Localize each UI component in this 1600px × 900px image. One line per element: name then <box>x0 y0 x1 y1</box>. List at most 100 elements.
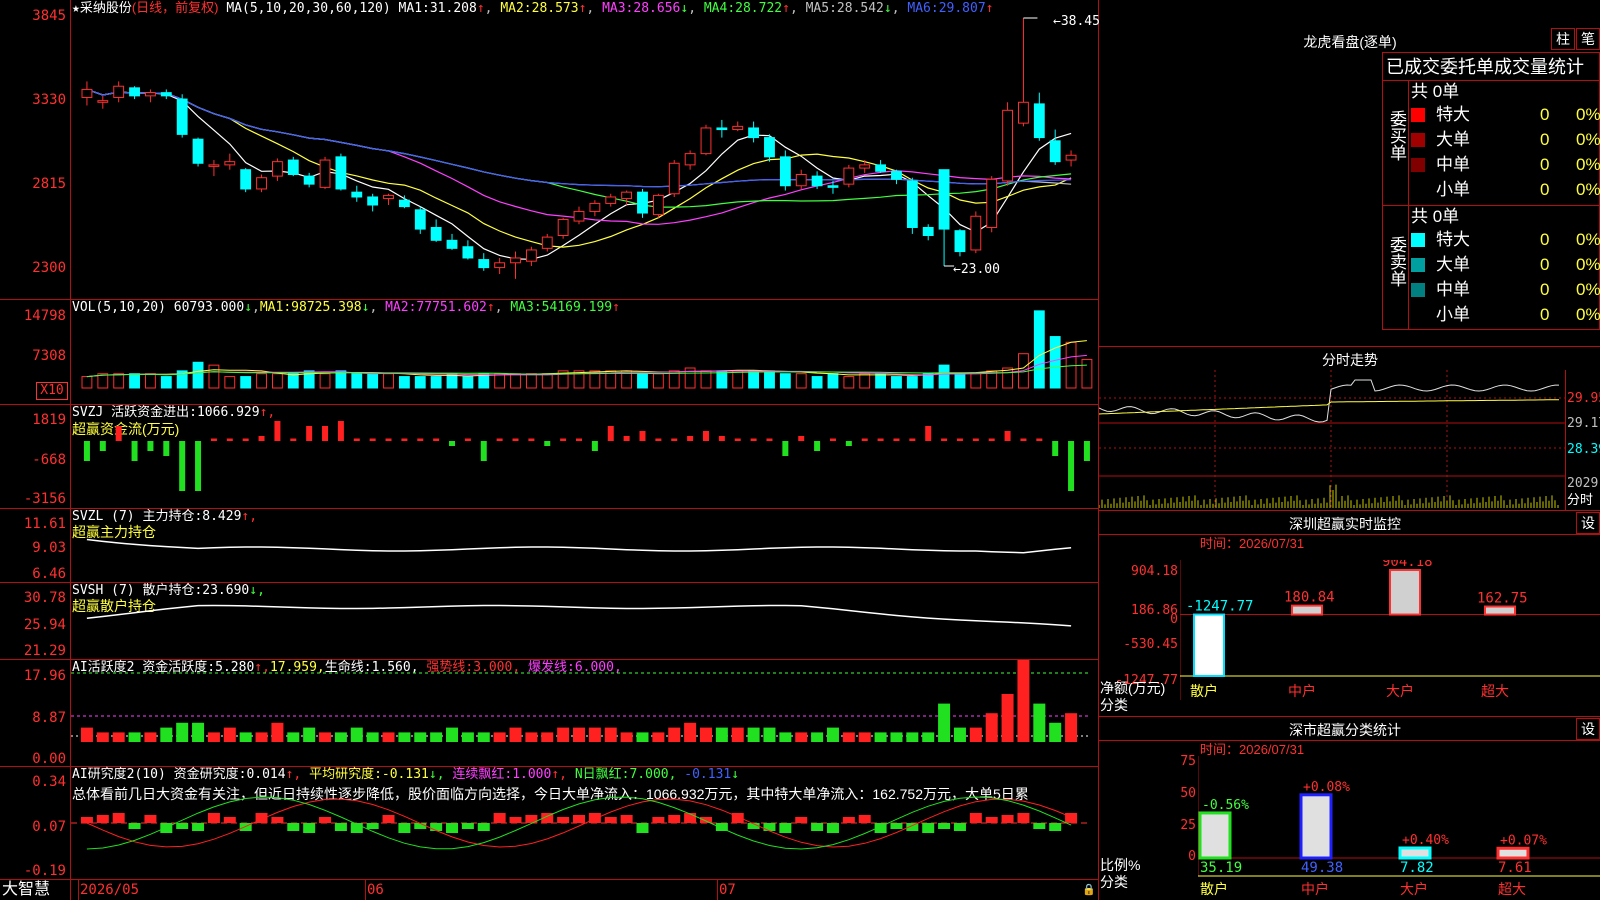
ai-research-chart[interactable] <box>71 767 1098 879</box>
candle-body <box>224 161 236 166</box>
dragon-pct: 0% <box>1576 105 1600 124</box>
activity-bar <box>461 732 474 742</box>
dragon-pct: 0% <box>1576 155 1600 174</box>
volume-bar <box>1049 336 1061 389</box>
fund-flow-bar <box>941 438 948 441</box>
volume-bar <box>351 373 363 389</box>
high-price-label: ←38.45 <box>1053 14 1100 29</box>
category-label: 大户 <box>1386 683 1414 699</box>
candle-body <box>557 218 569 237</box>
candle-body <box>383 194 394 200</box>
fund-flow-bar <box>750 438 757 441</box>
candle-body <box>1002 109 1013 182</box>
dragon-header: 已成交委托单成交量统计 <box>1386 57 1584 77</box>
activity-bar <box>192 722 205 742</box>
research-bar <box>493 813 506 823</box>
research-bar <box>366 823 379 829</box>
candle-body <box>271 161 283 177</box>
research-bar <box>128 823 141 829</box>
fund-flow-bar <box>195 441 202 491</box>
activity-bar <box>176 722 189 742</box>
research-bar <box>938 823 951 829</box>
activity-bar <box>699 727 712 742</box>
vol-unit-badge[interactable]: X10 <box>36 382 68 400</box>
panel-divider <box>1098 716 1600 717</box>
research-bar <box>334 823 347 831</box>
retail-position-chart[interactable] <box>71 583 1098 659</box>
ratio-change-label: +0.40% <box>1402 833 1449 848</box>
research-bar <box>699 817 712 823</box>
ai-active-chart[interactable] <box>71 660 1098 766</box>
volume-bar <box>256 373 267 389</box>
ratio-value-label: 35.19 <box>1200 860 1242 876</box>
brand-logo[interactable]: 大智慧 <box>2 881 50 899</box>
volume-bar <box>748 370 760 389</box>
x-axis-tick <box>365 880 366 900</box>
volume-bar <box>1033 310 1045 389</box>
ai-research-tick: 0.34 <box>32 774 66 790</box>
activity-bar <box>763 727 776 742</box>
volume-bar <box>732 370 744 389</box>
sz-class-chart[interactable]: -0.56% 35.19 散户 +0.08% 49.38 中户 +0.40% 7.82 大户 +0… <box>1198 756 1600 900</box>
fund-flow-bar <box>322 426 329 441</box>
dragon-count: 0 <box>1540 130 1550 149</box>
category-label: 散户 <box>1190 683 1218 699</box>
dragon-title: 龙虎看盘(逐单) <box>1303 34 1397 50</box>
svzj-tick: -3156 <box>23 491 66 507</box>
dragon-count: 0 <box>1540 155 1550 174</box>
activity-bar <box>1065 713 1078 742</box>
fund-flow-bar <box>576 438 582 441</box>
sz-monitor-settings-button[interactable]: 设 <box>1576 512 1600 534</box>
tick-mode-button[interactable]: 笔 <box>1576 28 1600 50</box>
activity-bar <box>811 732 824 742</box>
dragon-divider <box>1382 80 1600 81</box>
kline-chart[interactable] <box>71 0 1098 299</box>
candle-body <box>176 98 188 135</box>
sz-monitor-y-title: 净额(万元) <box>1100 680 1166 696</box>
intraday-chart[interactable] <box>1099 370 1565 510</box>
research-bar <box>223 817 236 823</box>
research-bar <box>112 813 125 823</box>
candle-body <box>684 153 696 166</box>
net-flow-label: 180.84 <box>1284 590 1335 606</box>
volume-bar <box>954 373 966 389</box>
volume-bar <box>224 376 236 389</box>
low-price-value: 23.00 <box>960 262 1000 277</box>
category-label: 中户 <box>1288 683 1316 699</box>
activity-bar <box>160 727 173 742</box>
fund-flow-bar <box>687 436 694 441</box>
fund-flow-bar <box>417 438 424 441</box>
fund-flow-bar <box>179 441 186 491</box>
fund-flow-bar <box>480 441 487 461</box>
fund-flow-bar <box>1052 441 1059 456</box>
sz-class-settings-button[interactable]: 设 <box>1576 718 1600 740</box>
volume-chart[interactable] <box>71 300 1098 404</box>
intraday-unit: 分时 <box>1567 492 1594 507</box>
candle-body <box>1033 103 1045 139</box>
fund-flow-bar <box>496 438 503 441</box>
activity-bar <box>446 727 459 742</box>
lock-icon[interactable]: 🔒 <box>1082 882 1096 898</box>
volume-bar <box>462 376 474 389</box>
main-position-chart[interactable] <box>71 509 1098 582</box>
candle-body <box>81 88 93 98</box>
bar-mode-button[interactable]: 柱 <box>1551 28 1575 50</box>
fund-flow-bar <box>909 438 916 441</box>
fund-flow-bar <box>449 441 456 446</box>
sz-monitor-chart[interactable]: -1247.77 散户 180.84 中户 904.18 大户 162.75 超大 <box>1180 560 1600 700</box>
research-bar <box>890 823 903 829</box>
candle-body <box>256 177 267 190</box>
candle-body <box>97 100 109 103</box>
activity-bar <box>366 732 379 742</box>
net-flow-bar <box>1389 569 1421 616</box>
volume-bar <box>494 373 506 389</box>
activity-bar <box>795 732 808 742</box>
high-price-value: 38.45 <box>1060 14 1100 29</box>
activity-bar <box>477 732 490 742</box>
activity-bar <box>525 732 538 742</box>
svzj-tick: 1819 <box>32 412 66 428</box>
activity-bar <box>969 727 982 742</box>
activity-bar <box>128 732 141 742</box>
fund-flow-chart[interactable] <box>71 405 1098 508</box>
volume-bar <box>1081 358 1093 389</box>
